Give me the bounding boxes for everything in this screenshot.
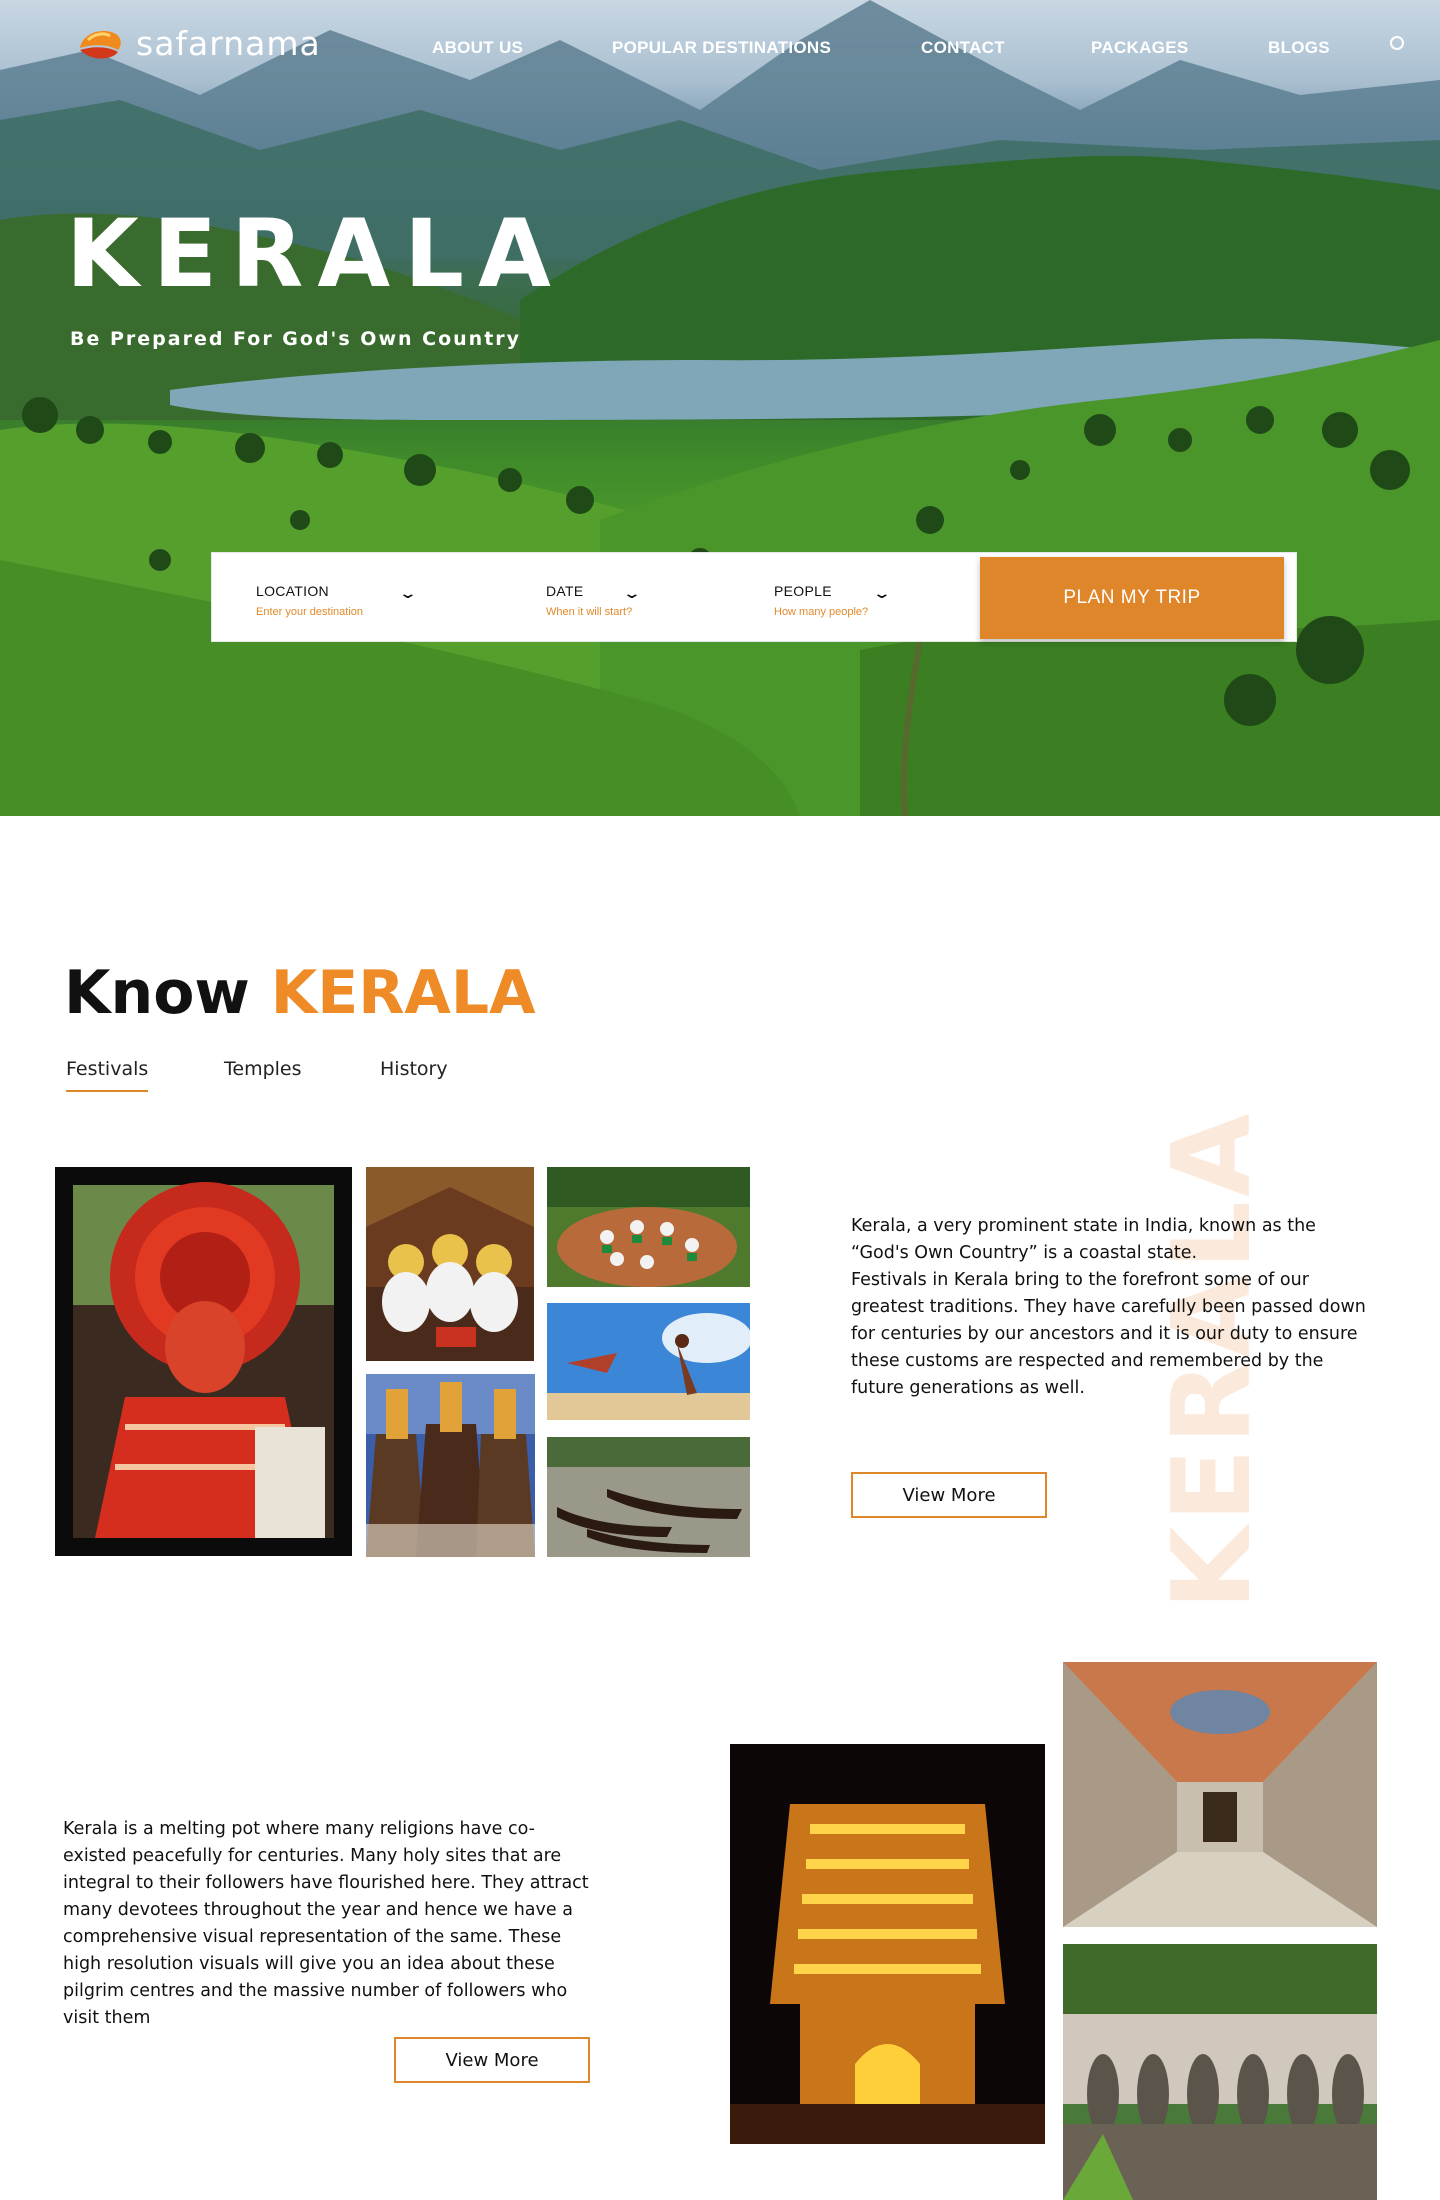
hero-section: safarnama ABOUT US POPULAR DESTINATIONS … <box>0 0 1440 816</box>
nav-item-contact[interactable]: CONTACT <box>921 38 1005 58</box>
festivals-description: Kerala, a very prominent state in India,… <box>851 1213 1371 1402</box>
location-hint: Enter your destination <box>256 606 364 618</box>
know-kerala-heading: Know KERALA <box>64 958 536 1028</box>
temple-corridor-photo[interactable] <box>1063 1662 1377 1927</box>
dance-circle-photo[interactable] <box>547 1167 750 1287</box>
kalaripayattu-photo[interactable] <box>547 1303 750 1420</box>
festivals-view-more-button[interactable]: View More <box>851 1472 1047 1518</box>
festivals-paragraph-1: Kerala, a very prominent state in India,… <box>851 1216 1316 1263</box>
chevron-down-icon[interactable]: ⌄ <box>872 585 891 602</box>
tab-temples[interactable]: Temples <box>224 1058 302 1090</box>
elephant-procession-photo[interactable] <box>366 1374 535 1557</box>
temples-paragraph: Kerala is a melting pot where many relig… <box>63 1819 589 2028</box>
tab-festivals[interactable]: Festivals <box>66 1058 149 1092</box>
temple-ruins-photo[interactable] <box>1063 1944 1377 2200</box>
festivals-paragraph-2: Festivals in Kerala bring to the forefro… <box>851 1270 1366 1398</box>
plan-my-trip-button[interactable]: PLAN MY TRIP <box>980 557 1284 639</box>
snake-boat-race-photo[interactable] <box>547 1437 750 1557</box>
nav-item-about-us[interactable]: ABOUT US <box>432 38 523 58</box>
nav-item-popular-destinations[interactable]: POPULAR DESTINATIONS <box>612 38 831 58</box>
theyyam-photo[interactable] <box>55 1167 352 1556</box>
temples-view-more-button[interactable]: View More <box>394 2037 590 2083</box>
hero-title: KERALA <box>66 200 565 309</box>
padmanabhaswamy-temple-photo[interactable] <box>730 1744 1045 2144</box>
nav-item-packages[interactable]: PACKAGES <box>1091 38 1189 58</box>
tab-history[interactable]: History <box>380 1058 448 1090</box>
temples-description: Kerala is a melting pot where many relig… <box>63 1816 593 2032</box>
main-nav: ABOUT US POPULAR DESTINATIONS CONTACT PA… <box>0 38 1440 60</box>
people-field[interactable]: PEOPLE How many people? <box>774 583 868 618</box>
hero-landscape-image <box>0 0 1440 816</box>
date-hint: When it will start? <box>546 606 633 618</box>
people-hint: How many people? <box>774 606 869 618</box>
people-label: PEOPLE <box>774 583 832 599</box>
date-label: DATE <box>546 583 584 599</box>
kerala-heading-word: KERALA <box>270 958 536 1028</box>
kathakali-photo[interactable] <box>366 1167 534 1361</box>
nav-item-blogs[interactable]: BLOGS <box>1268 38 1330 58</box>
trip-search-bar: LOCATION Enter your destination ⌄ DATE W… <box>211 552 1297 642</box>
hero-subtitle: Be Prepared For God's Own Country <box>70 328 522 350</box>
know-heading-word: Know <box>64 958 250 1028</box>
know-kerala-tabs: Festivals Temples History <box>66 1058 666 1094</box>
search-icon[interactable] <box>1390 36 1404 50</box>
date-field[interactable]: DATE When it will start? <box>546 583 632 618</box>
chevron-down-icon[interactable]: ⌄ <box>622 585 641 602</box>
location-label: LOCATION <box>256 583 329 599</box>
chevron-down-icon[interactable]: ⌄ <box>398 585 417 602</box>
location-field[interactable]: LOCATION Enter your destination <box>256 583 363 618</box>
